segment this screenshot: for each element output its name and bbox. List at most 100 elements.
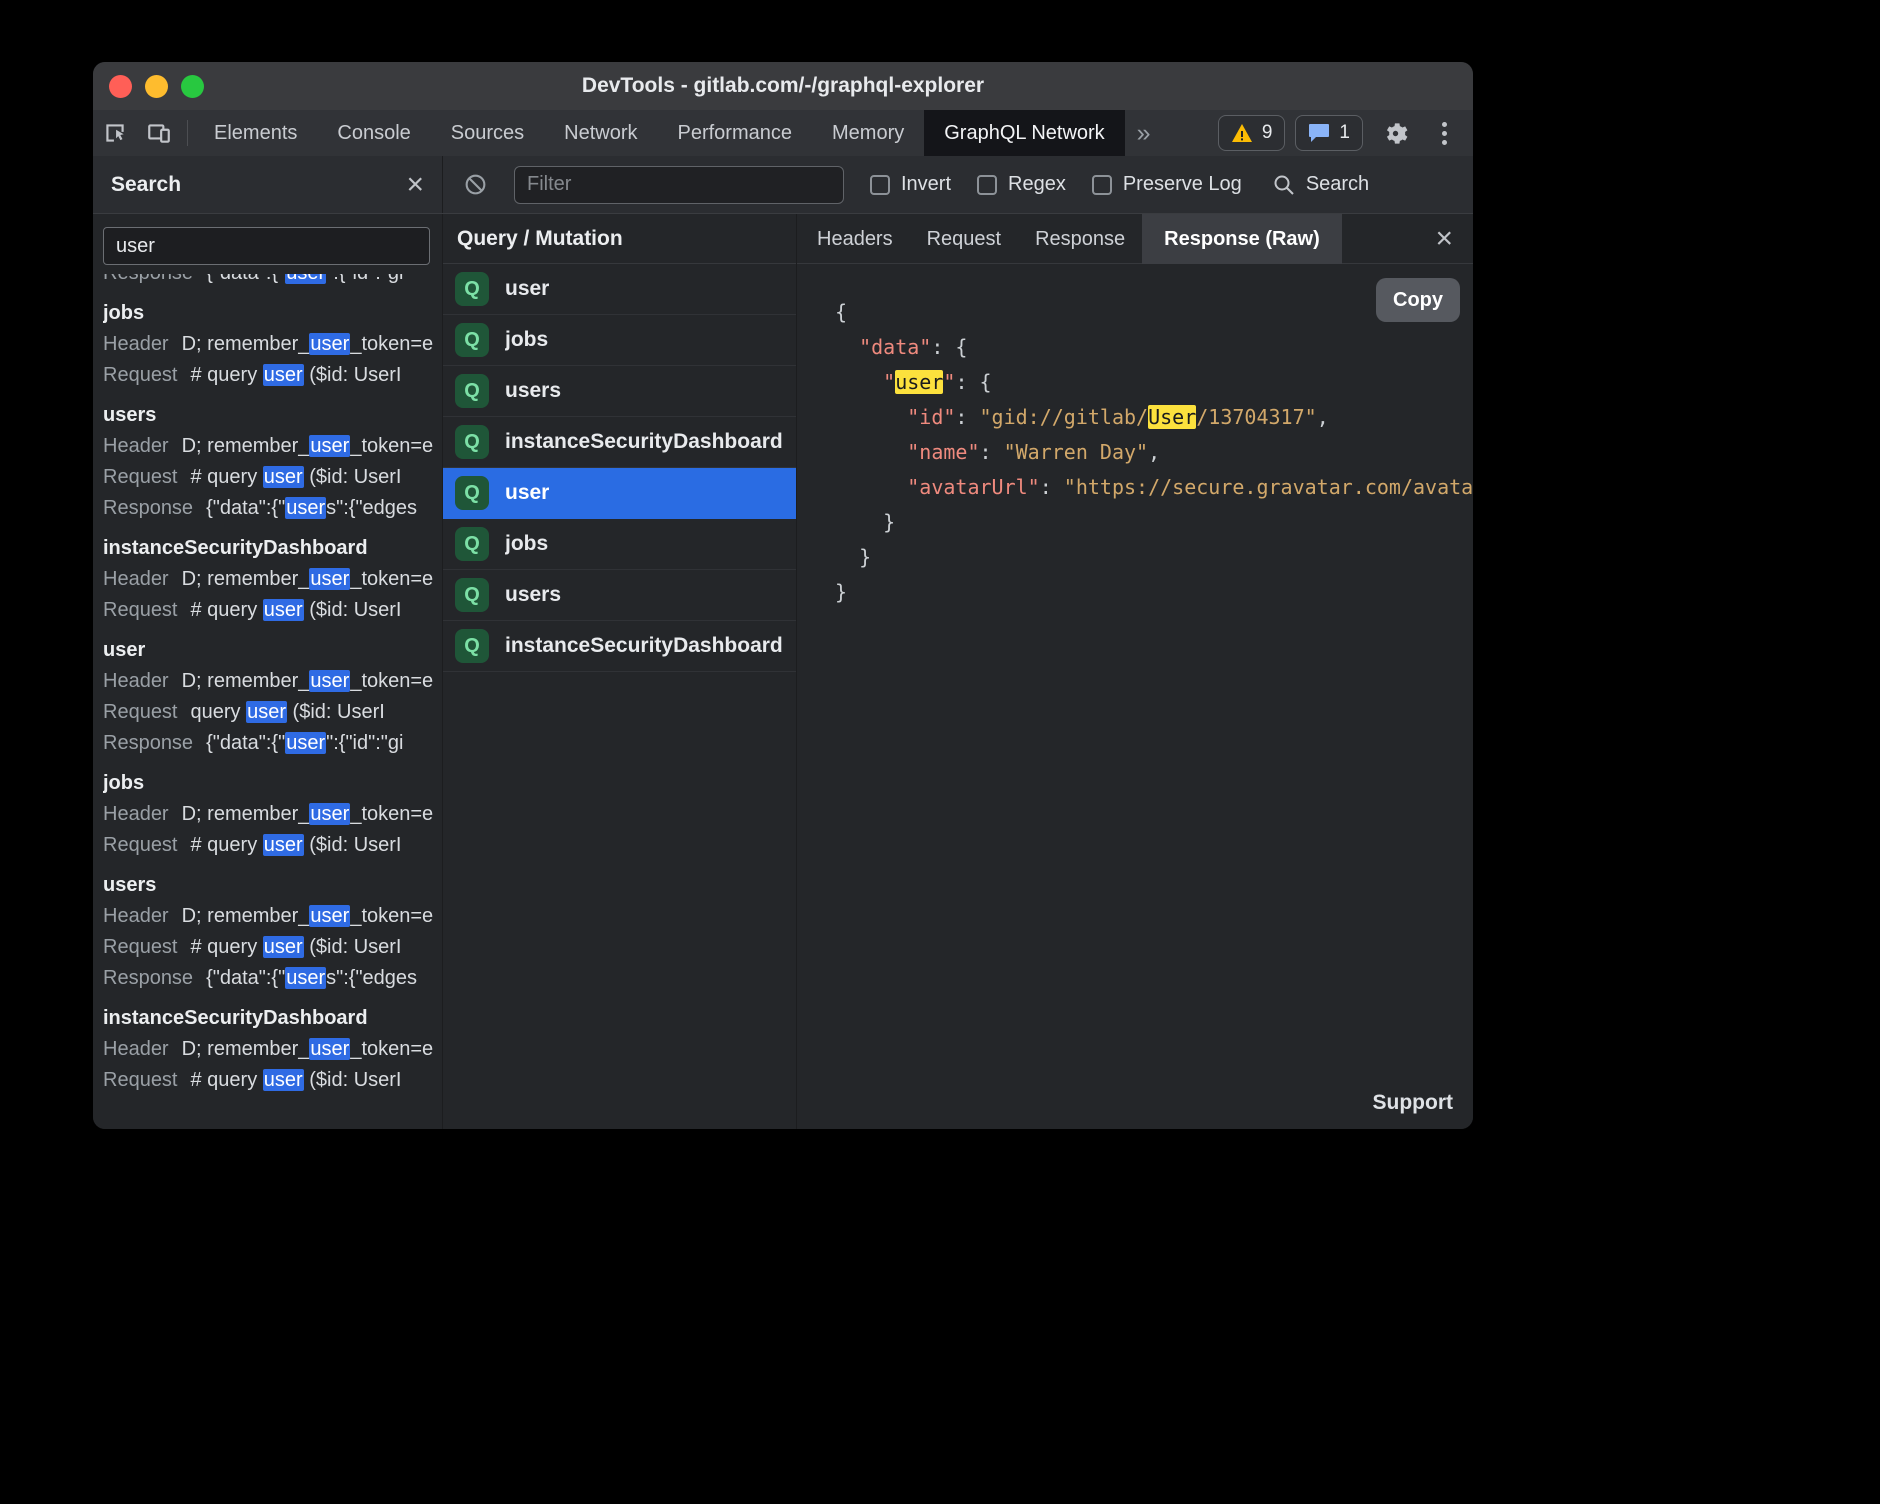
- match-highlight: user: [309, 803, 350, 825]
- search-panel-close-icon[interactable]: ×: [406, 170, 424, 200]
- search-result-group-title[interactable]: user: [103, 635, 442, 666]
- more-tabs-chevron-icon[interactable]: »: [1125, 110, 1163, 156]
- query-mutation-panel: Query / Mutation QuserQjobsQusersQinstan…: [443, 214, 797, 1129]
- device-toolbar-button[interactable]: [137, 110, 181, 156]
- messages-badge[interactable]: 1: [1295, 115, 1363, 151]
- zoom-window-button[interactable]: [181, 75, 204, 98]
- query-label: jobs: [505, 328, 548, 352]
- minimize-window-button[interactable]: [145, 75, 168, 98]
- result-line-text: {"data":{"user":{"id":"gi: [206, 732, 403, 754]
- search-result-line[interactable]: HeaderD; remember_user_token=e: [103, 564, 442, 595]
- search-result-line[interactable]: Request# query user ($id: UserI: [103, 462, 442, 493]
- search-result-group-title[interactable]: users: [103, 400, 442, 431]
- toolbar-right-controls: 9 1: [1218, 110, 1473, 156]
- inspect-cursor-icon: [102, 120, 128, 146]
- result-line-text: D; remember_user_token=e: [182, 905, 434, 927]
- detail-tab-response[interactable]: Response: [1018, 214, 1142, 264]
- query-list-item[interactable]: Qusers: [443, 570, 796, 621]
- checkbox-regex[interactable]: Regex: [977, 173, 1066, 196]
- checkbox-preserve-log[interactable]: Preserve Log: [1092, 173, 1242, 196]
- detail-tab-response-raw[interactable]: Response (Raw): [1142, 214, 1342, 264]
- copy-button[interactable]: Copy: [1376, 278, 1460, 322]
- tab-performance[interactable]: Performance: [658, 110, 813, 156]
- search-result-line[interactable]: Header D; remember_user_token=e: [103, 901, 442, 932]
- search-result-group-title[interactable]: instanceSecurityDashboard: [103, 533, 442, 564]
- request-label: Request: [103, 834, 178, 856]
- tab-elements[interactable]: Elements: [194, 110, 317, 156]
- search-result-line[interactable]: HeaderD; remember_user_token=e: [103, 799, 442, 830]
- search-toggle[interactable]: Search: [1272, 173, 1369, 197]
- detail-tab-request[interactable]: Request: [910, 214, 1019, 264]
- search-result-line[interactable]: Response{"data":{"users":{"edges: [103, 493, 442, 524]
- warnings-badge[interactable]: 9: [1218, 115, 1286, 151]
- search-panel: Response {"data":{"user":{"id":"gi jobs Hea…: [93, 214, 443, 1129]
- inspect-element-button[interactable]: [93, 110, 137, 156]
- settings-button[interactable]: [1373, 120, 1417, 147]
- json-line: "user": {: [835, 365, 1473, 400]
- query-badge-icon: Q: [455, 578, 489, 612]
- query-label: users: [505, 583, 561, 607]
- search-result-line[interactable]: Response{"data":{"user":{"id":"gi: [103, 274, 442, 289]
- search-result-line[interactable]: HeaderD; remember_user_token=e: [103, 431, 442, 462]
- toolbar-separator: [187, 120, 188, 146]
- support-link[interactable]: Support: [1373, 1091, 1453, 1115]
- tab-sources[interactable]: Sources: [431, 110, 544, 156]
- tab-graphql-network[interactable]: GraphQL Network: [924, 110, 1124, 156]
- result-line-text: # query user ($id: UserI: [191, 1069, 402, 1091]
- result-line-text: # query user ($id: UserI: [191, 936, 402, 958]
- json-code: { "data": { "user": { "id": "gid://gitla…: [835, 295, 1473, 610]
- toolbar-tabs: ElementsConsoleSourcesNetworkPerformance…: [194, 110, 1125, 156]
- search-result-line[interactable]: Response{"data":{"users":{"edges: [103, 963, 442, 994]
- match-highlight: user: [285, 274, 326, 284]
- search-result-line[interactable]: Header D; remember_user_token=e: [103, 329, 442, 360]
- clear-filter-button[interactable]: [463, 172, 488, 197]
- search-result-line[interactable]: Requestquery user ($id: UserI: [103, 697, 442, 728]
- header-label: Header: [103, 803, 169, 825]
- query-list-item[interactable]: QinstanceSecurityDashboard: [443, 417, 796, 468]
- header-label: Header: [103, 333, 169, 355]
- checkbox-box-icon: [870, 175, 890, 195]
- search-result-line[interactable]: HeaderD; remember_user_token=e: [103, 666, 442, 697]
- search-result-line[interactable]: Request# query user ($id: UserI: [103, 1065, 442, 1096]
- checkbox-invert[interactable]: Invert: [870, 173, 951, 196]
- search-result-line[interactable]: Request# query user ($id: UserI: [103, 360, 442, 391]
- query-list-item[interactable]: Qjobs: [443, 519, 796, 570]
- search-input[interactable]: [103, 227, 430, 265]
- tab-memory[interactable]: Memory: [812, 110, 924, 156]
- query-list-item[interactable]: Quser: [443, 264, 796, 315]
- match-highlight: user: [309, 568, 350, 590]
- response-label: Response: [103, 732, 193, 754]
- search-result-group-title[interactable]: instanceSecurityDashboard: [103, 1003, 442, 1034]
- tab-network[interactable]: Network: [544, 110, 657, 156]
- search-result-line[interactable]: HeaderD; remember_user_token=e: [103, 1034, 442, 1065]
- search-result-group-title[interactable]: jobs: [103, 298, 442, 329]
- query-list-item[interactable]: Quser: [443, 468, 796, 519]
- match-highlight: user: [263, 466, 304, 488]
- close-window-button[interactable]: [109, 75, 132, 98]
- menu-button[interactable]: [1427, 122, 1461, 145]
- query-badge-icon: Q: [455, 425, 489, 459]
- match-highlight: user: [263, 599, 304, 621]
- detail-close-button[interactable]: ×: [1415, 214, 1473, 263]
- search-result-line[interactable]: Response {"data":{"user":{"id":"gi: [103, 728, 442, 759]
- search-icon: [1272, 173, 1296, 197]
- search-result-line[interactable]: Request# query user ($id: UserI: [103, 595, 442, 626]
- partial-result-row[interactable]: Response{"data":{"user":{"id":"gi: [103, 274, 442, 289]
- search-toggle-label: Search: [1306, 173, 1369, 196]
- filter-input[interactable]: [514, 166, 844, 204]
- result-line-text: {"data":{"users":{"edges: [206, 967, 417, 989]
- json-line: }: [835, 540, 1473, 575]
- header-label: Header: [103, 568, 169, 590]
- query-list-item[interactable]: Qusers: [443, 366, 796, 417]
- detail-tab-headers[interactable]: Headers: [800, 214, 910, 264]
- search-result-group-title[interactable]: jobs: [103, 768, 442, 799]
- tab-console[interactable]: Console: [317, 110, 430, 156]
- result-line-text: D; remember_user_token=e: [182, 333, 434, 355]
- query-list-item[interactable]: QinstanceSecurityDashboard: [443, 621, 796, 672]
- query-label: user: [505, 277, 549, 301]
- search-result-line[interactable]: Request# query user ($id: UserI: [103, 830, 442, 861]
- query-list-item[interactable]: Qjobs: [443, 315, 796, 366]
- header-label: Header: [103, 905, 169, 927]
- search-result-line[interactable]: Request# query user ($id: UserI: [103, 932, 442, 963]
- search-result-group-title[interactable]: users: [103, 870, 442, 901]
